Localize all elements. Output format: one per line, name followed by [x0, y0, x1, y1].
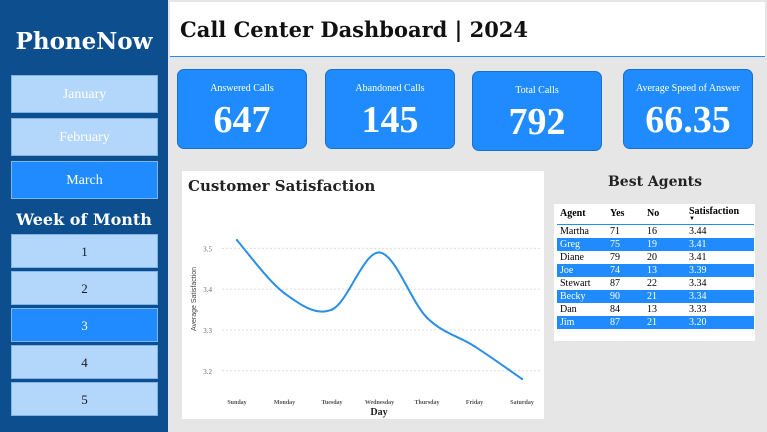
table-cell: Joe	[557, 263, 607, 277]
header-bar: Call Center Dashboard | 2024	[170, 2, 765, 57]
table-row: Stewart 87 22 3.34	[557, 277, 754, 290]
table-cell: 90	[607, 289, 644, 303]
customer-satisfaction-chart: Customer Satisfaction 3.2 3.3 3.4 3.5 Sunday…	[182, 171, 544, 419]
column-header-yes[interactable]: Yes	[607, 204, 644, 225]
week-button-4[interactable]: 4	[11, 345, 158, 379]
table-cell: 20	[647, 251, 657, 263]
data-point	[425, 316, 429, 319]
x-tick-label: Friday	[466, 400, 483, 406]
kpi-value: 792	[508, 101, 566, 143]
table-cell: 75	[607, 237, 644, 251]
x-tick-label: Saturday	[510, 400, 534, 406]
table-row: Greg 75 19 3.41	[557, 237, 754, 251]
data-point	[520, 377, 524, 381]
kpi-card-abandoned-calls: Abandoned Calls 145	[325, 69, 455, 149]
data-point	[473, 345, 476, 348]
table-cell: 3.41	[689, 251, 707, 263]
column-header-satisfaction-label: Satisfaction	[689, 206, 739, 218]
month-button-march[interactable]: March	[11, 161, 158, 199]
table-cell: 3.33	[689, 303, 707, 315]
table-cell: 3.39	[686, 263, 754, 277]
sidebar: PhoneNow January February March Week of …	[0, 0, 168, 432]
y-tick-label: 3.2	[203, 368, 212, 376]
kpi-card-average-speed-of-answer: Average Speed of Answer 66.35	[623, 69, 753, 149]
data-point	[235, 239, 239, 242]
x-tick-label: Thursday	[414, 400, 439, 406]
table-row: Martha 71 16 3.44	[557, 224, 754, 238]
month-button-january[interactable]: January	[11, 75, 158, 113]
table-row: Diane 79 20 3.41	[557, 251, 754, 264]
table-cell: 22	[647, 277, 657, 289]
table-cell: 13	[644, 263, 686, 277]
table-row: Jim 87 21 3.20	[557, 315, 754, 329]
x-tick-label: Sunday	[227, 400, 246, 406]
kpi-value: 66.35	[645, 99, 731, 141]
agents-table-body: Martha 71 16 3.44 Greg 75 19 3.41 Diane 79 20 3.41 J…	[557, 224, 754, 329]
table-cell: Greg	[557, 237, 607, 251]
data-point	[283, 292, 286, 295]
best-agents-table: Agent Yes No Satisfaction ▼ Martha 71 16 3.…	[554, 204, 755, 341]
kpi-label: Abandoned Calls	[355, 83, 425, 94]
column-header-no[interactable]: No	[644, 204, 686, 225]
table-cell: 84	[610, 303, 620, 315]
table-cell: 87	[610, 277, 620, 289]
table-cell: 79	[610, 251, 620, 263]
y-axis-label: Average Satisfaction	[191, 267, 198, 331]
table-cell: Dan	[560, 303, 577, 315]
table-row: Becky 90 21 3.34	[557, 289, 754, 303]
table-cell: Diane	[560, 251, 584, 263]
kpi-value: 647	[213, 99, 271, 141]
table-header-row: Agent Yes No Satisfaction ▼	[557, 204, 754, 225]
data-point	[330, 308, 334, 311]
table-cell: 16	[647, 225, 657, 237]
table-cell: 74	[607, 263, 644, 277]
kpi-card-answered-calls: Answered Calls 647	[177, 69, 307, 149]
y-tick-label: 3.5	[203, 245, 212, 253]
kpi-label: Answered Calls	[210, 83, 274, 94]
data-point	[378, 251, 381, 254]
kpi-value: 145	[361, 99, 419, 141]
kpi-label: Total Calls	[515, 85, 559, 96]
table-cell: 3.34	[686, 289, 754, 303]
month-button-february[interactable]: February	[11, 118, 158, 156]
week-button-5[interactable]: 5	[11, 382, 158, 416]
table-cell: 71	[610, 225, 620, 237]
x-tick-label: Tuesday	[321, 400, 342, 406]
column-header-satisfaction[interactable]: Satisfaction ▼	[686, 204, 754, 225]
table-cell: 3.34	[689, 277, 707, 289]
table-row: Joe 74 13 3.39	[557, 263, 754, 277]
x-tick-label: Wednesday	[365, 400, 394, 406]
week-button-1[interactable]: 1	[11, 234, 158, 268]
table-cell: 21	[644, 315, 686, 329]
table-cell: Becky	[557, 289, 607, 303]
table-cell: 19	[644, 237, 686, 251]
page-title: Call Center Dashboard | 2024	[180, 17, 529, 42]
chart-svg: 3.2 3.3 3.4 3.5 Sunday Monday Tuesday Wednesday…	[191, 239, 540, 418]
kpi-label: Average Speed of Answer	[636, 83, 740, 94]
table-cell: 87	[607, 315, 644, 329]
x-axis-label: Day	[370, 407, 387, 418]
brand-logo-text: PhoneNow	[15, 28, 153, 55]
y-tick-label: 3.3	[203, 327, 212, 335]
table-row: Dan 84 13 3.33	[557, 303, 754, 316]
table-cell: 13	[647, 303, 657, 315]
x-tick-label: Monday	[274, 400, 295, 406]
sort-descending-icon: ▼	[689, 216, 695, 223]
week-of-month-title: Week of Month	[16, 210, 152, 229]
week-button-2[interactable]: 2	[11, 271, 158, 305]
column-header-agent[interactable]: Agent	[557, 204, 607, 225]
best-agents-title: Best Agents	[607, 174, 703, 190]
table-cell: 21	[644, 289, 686, 303]
table-cell: 3.44	[689, 225, 707, 237]
table-cell: 3.41	[686, 237, 754, 251]
kpi-card-total-calls: Total Calls 792	[472, 71, 602, 151]
table-cell: Martha	[560, 225, 589, 237]
satisfaction-series-line	[236, 239, 523, 380]
table-cell: 3.20	[686, 315, 754, 329]
y-tick-label: 3.4	[203, 286, 212, 294]
week-button-3[interactable]: 3	[11, 308, 158, 342]
table-cell: Stewart	[560, 277, 591, 289]
table-cell: Jim	[557, 315, 607, 329]
